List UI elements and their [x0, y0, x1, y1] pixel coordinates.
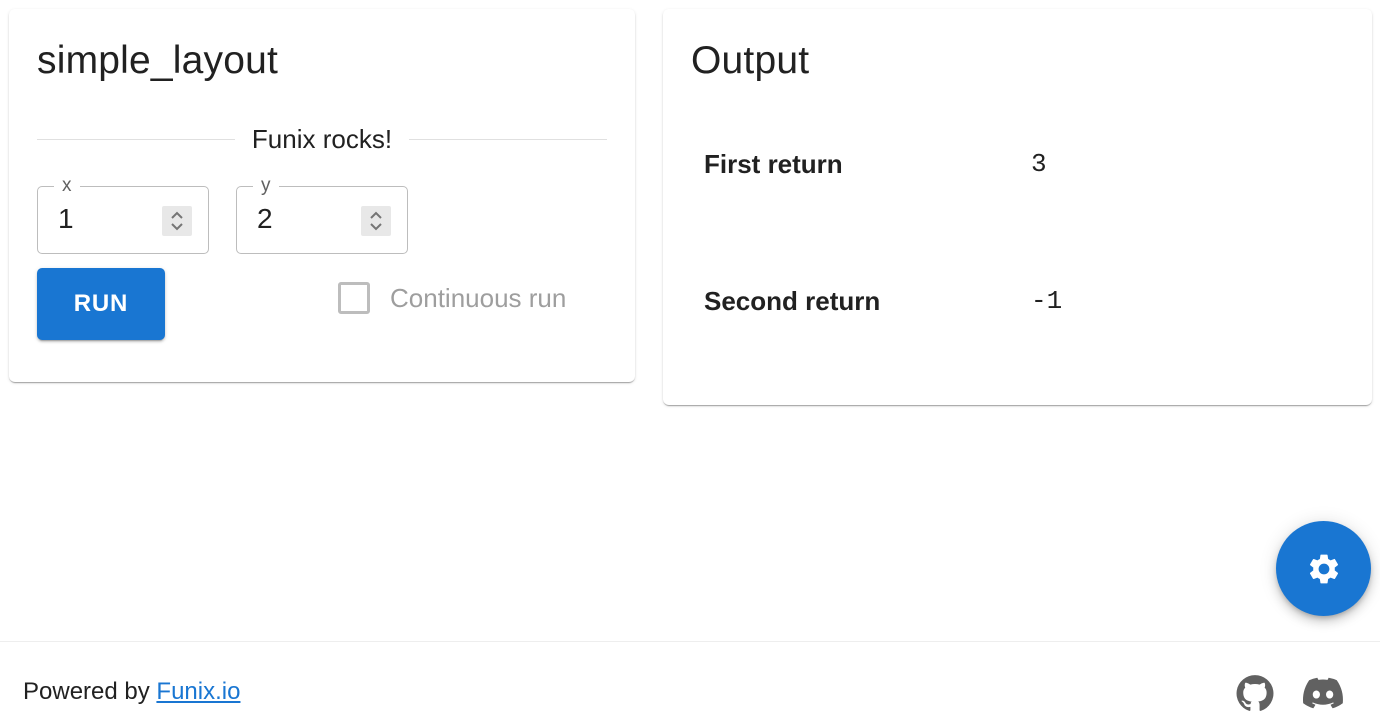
- discord-link[interactable]: [1302, 673, 1344, 718]
- x-field-label: x: [54, 175, 80, 197]
- divider-text: Funix rocks!: [251, 123, 393, 154]
- x-stepper[interactable]: [162, 206, 192, 236]
- divider-line-left: [37, 138, 235, 140]
- powered-by-text: Powered by Funix.io: [23, 678, 240, 706]
- stepper-arrows-icon: [171, 211, 183, 231]
- output-label: First return: [704, 149, 843, 179]
- output-value: -1: [1031, 286, 1063, 316]
- y-field-label: y: [253, 175, 279, 197]
- settings-fab-button[interactable]: [1276, 521, 1371, 616]
- continuous-run-toggle[interactable]: Continuous run: [338, 281, 566, 315]
- github-icon: [1236, 675, 1274, 711]
- stepper-arrows-icon: [370, 211, 382, 231]
- x-input[interactable]: [58, 203, 158, 235]
- powered-by-prefix: Powered by: [23, 678, 150, 705]
- input-panel-title: simple_layout: [37, 39, 279, 82]
- x-number-field[interactable]: x: [37, 175, 209, 254]
- continuous-run-checkbox[interactable]: [338, 282, 370, 314]
- gear-icon: [1309, 554, 1338, 583]
- divider-line-right: [409, 138, 607, 140]
- funix-link[interactable]: Funix.io: [156, 678, 240, 705]
- footer: Powered by Funix.io: [0, 641, 1380, 718]
- y-input[interactable]: [257, 203, 357, 235]
- github-link[interactable]: [1235, 673, 1275, 718]
- output-value: 3: [1031, 149, 1047, 179]
- output-panel: Output First return 3 Second return -1: [663, 9, 1372, 405]
- run-button[interactable]: RUN: [37, 268, 165, 340]
- continuous-run-label: Continuous run: [390, 282, 567, 313]
- input-panel: simple_layout Funix rocks! x y RUN Conti…: [9, 9, 635, 382]
- section-divider: Funix rocks!: [37, 119, 607, 159]
- y-number-field[interactable]: y: [236, 175, 408, 254]
- output-panel-title: Output: [691, 39, 810, 82]
- y-stepper[interactable]: [361, 206, 391, 236]
- discord-icon: [1302, 677, 1343, 709]
- output-label: Second return: [704, 286, 881, 316]
